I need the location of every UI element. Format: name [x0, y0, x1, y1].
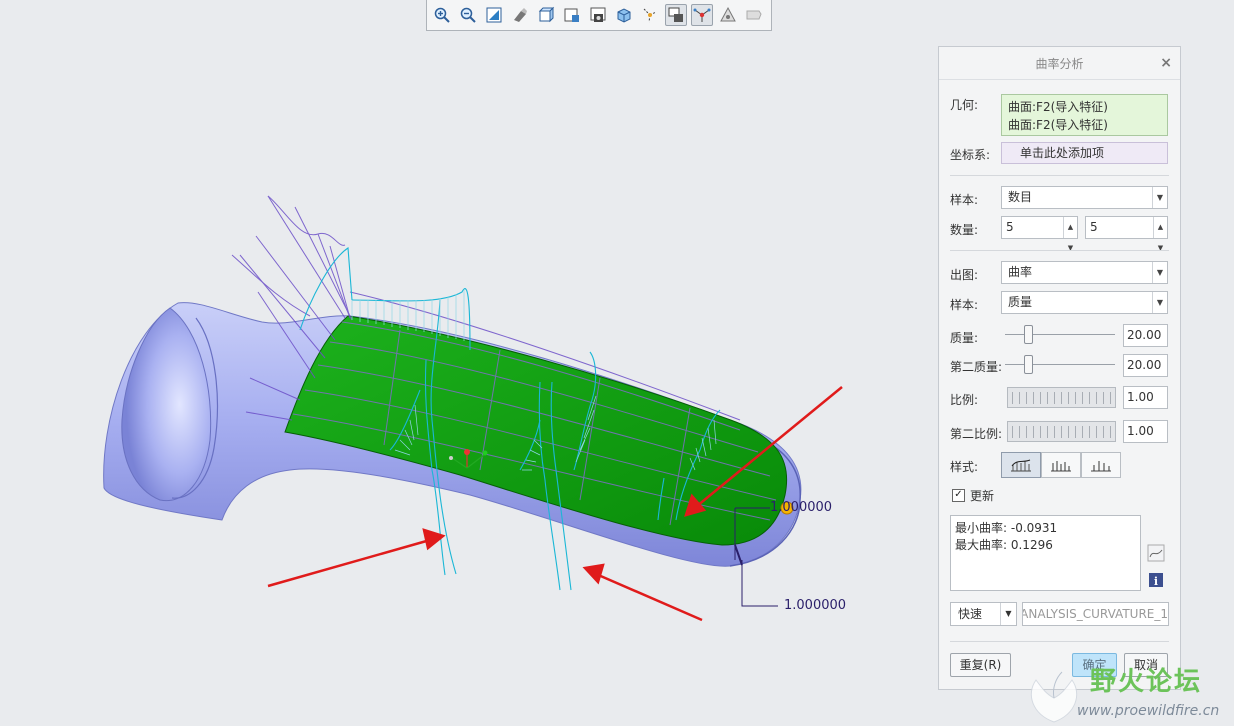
- watermark-url: www.proewildfire.cn: [1077, 703, 1220, 719]
- scale2-label: 第二比例:: [950, 427, 1003, 441]
- watermark-text: 野火论坛: [1090, 667, 1203, 697]
- style-label: 样式:: [950, 460, 979, 474]
- plot-label: 出图:: [950, 268, 979, 282]
- analysis-name-field[interactable]: ANALYSIS_CURVATURE_1: [1022, 602, 1169, 626]
- csys-collector[interactable]: 单击此处添加项: [1001, 142, 1168, 164]
- count-value-2: 5: [1090, 220, 1098, 234]
- close-icon[interactable]: ×: [1160, 55, 1172, 71]
- quality-slider-thumb[interactable]: [1024, 325, 1034, 344]
- chevron-down-icon[interactable]: ▼: [1152, 262, 1167, 283]
- chevron-down-icon[interactable]: ▼: [1152, 187, 1167, 208]
- style-button-bars[interactable]: [1081, 452, 1121, 478]
- plot-select-value: 曲率: [1008, 265, 1033, 279]
- scale2-input[interactable]: 1.00: [1123, 420, 1168, 443]
- plot-select[interactable]: 曲率 ▼: [1001, 261, 1168, 284]
- style-button-curve[interactable]: [1001, 452, 1041, 478]
- bar-style-icon: [1091, 461, 1111, 472]
- curvature-analysis-panel: 曲率分析 × 几何: 曲面:F2(导入特征) 曲面:F2(导入特征) 坐标系: …: [938, 46, 1181, 690]
- quality2-label: 第二质量:: [950, 360, 1003, 374]
- model-graphics: [103, 195, 843, 622]
- spin-up-icon[interactable]: ▲: [1158, 217, 1163, 238]
- geometry-item[interactable]: 曲面:F2(导入特征): [1008, 98, 1161, 116]
- sample2-select-value: 质量: [1008, 295, 1033, 309]
- sample-label: 样本:: [950, 193, 979, 207]
- panel-header: 曲率分析 ×: [939, 47, 1180, 80]
- sample-select-value: 数目: [1008, 190, 1033, 204]
- info-icon[interactable]: i: [1147, 571, 1165, 589]
- graph-icon[interactable]: [1147, 544, 1165, 562]
- mode-select-value: 快速: [958, 607, 983, 621]
- divider: [950, 250, 1169, 251]
- repeat-button[interactable]: 重复(R): [950, 653, 1011, 677]
- geometry-item[interactable]: 曲面:F2(导入特征): [1008, 116, 1161, 134]
- sample-select[interactable]: 数目 ▼: [1001, 186, 1168, 209]
- quality2-slider-thumb[interactable]: [1024, 355, 1034, 374]
- count-stepper-1[interactable]: 5 ▲ ▼: [1001, 216, 1078, 252]
- divider: [950, 175, 1169, 176]
- count-stepper-2[interactable]: 5 ▲ ▼: [1085, 216, 1168, 252]
- scale-wheel[interactable]: [1007, 387, 1116, 408]
- analysis-name-value: ANALYSIS_CURVATURE_1: [1022, 607, 1168, 621]
- scale-label: 比例:: [950, 393, 979, 407]
- quality-input[interactable]: 20.00: [1123, 324, 1168, 347]
- quality2-slider-track[interactable]: [1005, 364, 1115, 365]
- quality-slider-track[interactable]: [1005, 334, 1115, 335]
- model-viewport[interactable]: 1.000000 1.000000: [0, 32, 930, 726]
- style-button-comb[interactable]: [1041, 452, 1081, 478]
- chevron-down-icon[interactable]: ▼: [1000, 603, 1016, 625]
- geometry-label: 几何:: [950, 98, 979, 112]
- min-curvature: 最小曲率: -0.0931: [955, 521, 1058, 535]
- comb-curve-icon: [1011, 459, 1031, 472]
- update-label: 更新: [970, 489, 995, 503]
- divider: [950, 641, 1169, 642]
- comb-teeth-icon: [1051, 461, 1071, 472]
- quality2-input[interactable]: 20.00: [1123, 354, 1168, 377]
- sample2-select[interactable]: 质量 ▼: [1001, 291, 1168, 314]
- spin-down-icon[interactable]: ▼: [1158, 238, 1163, 259]
- count-value-1: 5: [1006, 220, 1014, 234]
- dimension-label-top: 1.000000: [770, 500, 833, 515]
- scale2-wheel[interactable]: [1007, 421, 1116, 442]
- csys-label: 坐标系:: [950, 148, 991, 162]
- curvature-results: 最小曲率: -0.0931 最大曲率: 0.1296: [950, 515, 1141, 591]
- geometry-collector[interactable]: 曲面:F2(导入特征) 曲面:F2(导入特征): [1001, 94, 1168, 136]
- count-label: 数量:: [950, 223, 979, 237]
- chevron-down-icon[interactable]: ▼: [1152, 292, 1167, 313]
- mode-select[interactable]: 快速 ▼: [950, 602, 1017, 626]
- update-checkbox[interactable]: ✓: [952, 489, 965, 502]
- svg-text:i: i: [1154, 575, 1158, 588]
- spin-up-icon[interactable]: ▲: [1068, 217, 1073, 238]
- quality-label: 质量:: [950, 331, 979, 345]
- spin-down-icon[interactable]: ▼: [1068, 238, 1073, 259]
- max-curvature: 最大曲率: 0.1296: [955, 538, 1053, 552]
- panel-title: 曲率分析: [1035, 56, 1084, 71]
- dimension-label-bottom: 1.000000: [784, 598, 847, 613]
- scale-input[interactable]: 1.00: [1123, 386, 1168, 409]
- sample2-label: 样本:: [950, 298, 979, 312]
